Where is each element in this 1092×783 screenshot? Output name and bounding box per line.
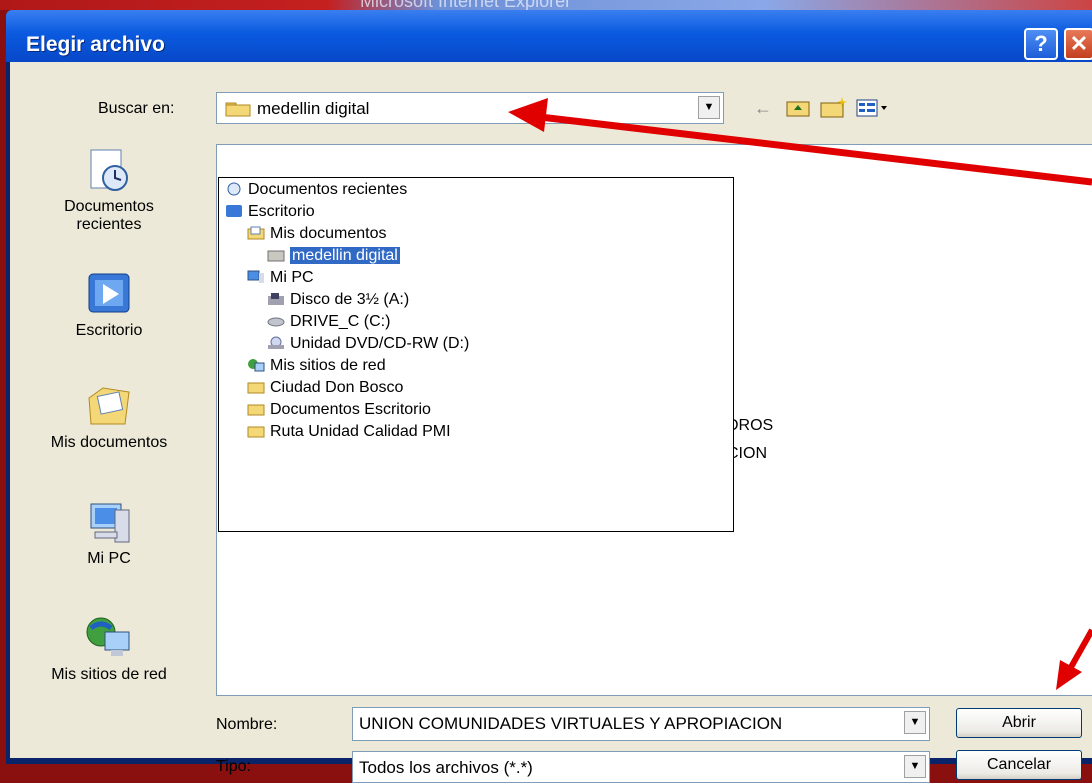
annotation-arrow-line [539, 113, 1092, 186]
annotation-arrowhead [1056, 660, 1082, 690]
annotation-arrowhead [508, 98, 548, 132]
annotation-layer [508, 98, 1092, 690]
